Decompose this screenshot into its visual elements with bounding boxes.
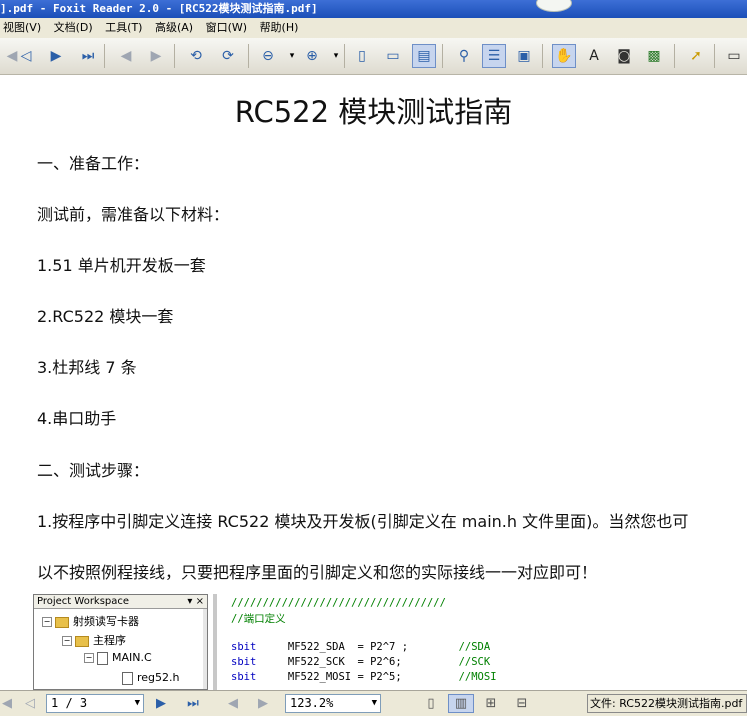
code-line: sbit MF522_MOSI = P2^5; //MOSI — [231, 671, 497, 683]
menu-help[interactable]: 帮助(H) — [257, 18, 305, 38]
thumbnail-pane-icon[interactable]: ▣ — [512, 44, 536, 68]
continuous-icon[interactable]: ▥ — [448, 694, 474, 713]
status-file-name: 文件: RC522模块测试指南.pdf — [587, 694, 747, 713]
next-page-icon[interactable]: ▶ — [44, 44, 68, 68]
menu-document[interactable]: 文档(D) — [51, 18, 99, 38]
zoom-in-icon[interactable]: ⊕ — [300, 44, 324, 68]
back-icon[interactable]: ◀ — [222, 694, 244, 713]
paragraph: 测试前，需准备以下材料： — [37, 205, 230, 224]
tree-item: − 主程序 — [62, 634, 126, 647]
last-page-icon[interactable]: ⏭ — [182, 694, 204, 713]
prev-page-icon[interactable]: ◁ — [20, 694, 40, 713]
window-orb-icon — [536, 0, 572, 12]
document-view[interactable]: RC522 模块测试指南 一、准备工作： 测试前，需准备以下材料： 1.51 单… — [0, 75, 747, 690]
forward-icon[interactable]: ▶ — [252, 694, 274, 713]
menu-bar: 视图(V) 文档(D) 工具(T) 高级(A) 窗口(W) 帮助(H) — [0, 18, 747, 38]
menu-tools[interactable]: 工具(T) — [102, 18, 148, 38]
paragraph: 1.按程序中引脚定义连接 RC522 模块及开发板(引脚定义在 main.h 文… — [37, 512, 689, 531]
code-line: ////////////////////////////////// — [231, 597, 446, 609]
annotation-icon[interactable]: ▭ — [722, 44, 746, 68]
image-select-icon[interactable]: ▩ — [642, 44, 666, 68]
list-item: 1.51 单片机开发板一套 — [37, 256, 206, 275]
project-workspace-panel: Project Workspace ▾ × − 射频读写卡器 − 主程序 − MAIN… — [33, 594, 208, 690]
prev-page-icon[interactable]: ◁ — [14, 44, 38, 68]
menu-advanced[interactable]: 高级(A) — [152, 18, 199, 38]
tree-item: reg52.h — [122, 671, 180, 685]
fit-page-icon[interactable]: ▭ — [381, 44, 405, 68]
actual-size-icon[interactable]: ▯ — [350, 44, 374, 68]
snapshot-icon[interactable]: ◙ — [612, 44, 636, 68]
code-line: //端口定义 — [231, 613, 286, 625]
window-title: ].pdf - Foxit Reader 2.0 - [RC522模块测试指南.… — [0, 2, 318, 15]
forward-icon[interactable]: ▶ — [144, 44, 168, 68]
document-title: RC522 模块测试指南 — [234, 95, 513, 129]
list-item: 2.RC522 模块一套 — [37, 307, 174, 326]
fit-width-icon[interactable]: ▤ — [412, 44, 436, 68]
tree-item: − MAIN.C — [84, 651, 152, 665]
next-page-icon[interactable]: ▶ — [150, 694, 172, 713]
list-item: 4.串口助手 — [37, 409, 117, 428]
embedded-screenshot: Project Workspace ▾ × − 射频读写卡器 − 主程序 − MAIN… — [33, 594, 747, 690]
zoom-out-icon[interactable]: ⊖ — [256, 44, 280, 68]
single-page-icon[interactable]: ▯ — [420, 694, 442, 713]
menu-window[interactable]: 窗口(W) — [203, 18, 253, 38]
paragraph: 以不按照例程接线，只要把程序里面的引脚定义和您的实际接线一一对应即可！ — [37, 563, 598, 582]
back-icon[interactable]: ◀ — [114, 44, 138, 68]
title-bar: ].pdf - Foxit Reader 2.0 - [RC522模块测试指南.… — [0, 0, 747, 18]
tree-item: − 射频读写卡器 — [42, 615, 139, 628]
rotate-left-icon[interactable]: ⟲ — [184, 44, 208, 68]
folder-icon — [55, 616, 69, 628]
folder-icon — [75, 635, 89, 647]
zoom-level-input[interactable]: 123.2% ▼ — [285, 694, 381, 713]
section-heading: 二、测试步骤： — [37, 461, 150, 480]
collapse-icon: − — [62, 636, 72, 646]
toolbar: ◀ ◁ ▶ ⏭ ◀ ▶ ⟲ ⟳ ⊖ ▾ ⊕ ▾ ▯ ▭ ▤ ⚲ ☰ ▣ ✋ A … — [0, 38, 747, 75]
collapse-icon: − — [42, 617, 52, 627]
continuous-facing-icon[interactable]: ⊟ — [510, 694, 534, 713]
file-icon — [97, 651, 108, 665]
hand-tool-icon[interactable]: ✋ — [552, 44, 576, 68]
chevron-down-icon[interactable]: ▼ — [372, 695, 377, 712]
code-line: sbit MF522_SDA = P2^7 ; //SDA — [231, 641, 491, 653]
collapse-icon: − — [84, 653, 94, 663]
panel-controls: ▾ × — [187, 596, 204, 607]
select-text-icon[interactable]: A — [582, 44, 606, 68]
pointer-icon[interactable]: ➚ — [684, 44, 708, 68]
code-editor: ////////////////////////////////// //端口定… — [213, 594, 747, 690]
panel-scrollbar — [203, 609, 207, 689]
project-workspace-header: Project Workspace ▾ × — [34, 595, 207, 609]
rotate-right-icon[interactable]: ⟳ — [216, 44, 240, 68]
chevron-down-icon[interactable]: ▼ — [135, 695, 140, 712]
page-number-input[interactable]: 1 / 3 ▼ — [46, 694, 144, 713]
file-icon — [122, 671, 133, 685]
facing-icon[interactable]: ⊞ — [480, 694, 502, 713]
find-icon[interactable]: ⚲ — [452, 44, 476, 68]
bookmark-pane-icon[interactable]: ☰ — [482, 44, 506, 68]
status-bar: ◀ ◁ 1 / 3 ▼ ▶ ⏭ ◀ ▶ 123.2% ▼ ▯ ▥ ⊞ ⊟ 文件:… — [0, 690, 747, 716]
section-heading: 一、准备工作： — [37, 154, 150, 173]
first-page-icon[interactable]: ◀ — [0, 694, 14, 713]
last-page-icon[interactable]: ⏭ — [76, 44, 100, 68]
code-line: sbit MF522_SCK = P2^6; //SCK — [231, 656, 491, 668]
panel-title: Project Workspace — [37, 596, 130, 607]
list-item: 3.杜邦线 7 条 — [37, 358, 137, 377]
menu-view[interactable]: 视图(V) — [0, 18, 47, 38]
